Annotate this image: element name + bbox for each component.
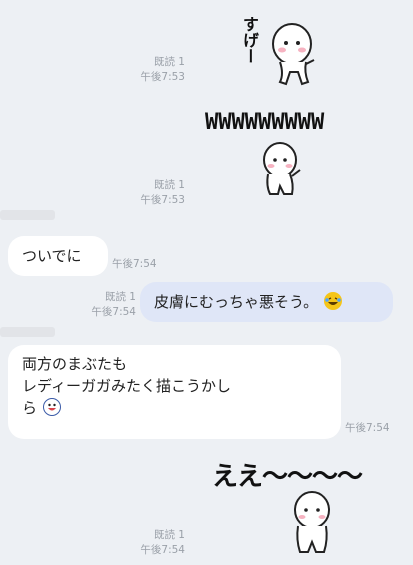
read-receipt: 既読 1 <box>104 291 136 303</box>
sticker[interactable]: すげー <box>240 12 320 92</box>
blob-character-icon <box>294 491 330 553</box>
timestamp: 午後7:53 <box>140 71 185 83</box>
sticker-caption: ええ〜〜〜〜 <box>212 462 363 492</box>
laughing-tears-icon <box>324 292 343 310</box>
read-receipt: 既読 1 <box>153 56 185 68</box>
sender-name <box>0 327 55 337</box>
read-receipt: 既読 1 <box>153 529 185 541</box>
timestamp: 午後7:54 <box>112 258 157 270</box>
message-text: 皮膚にむっちゃ悪そう。 <box>154 293 319 311</box>
blob-character-icon <box>272 23 315 86</box>
timestamp: 午後7:54 <box>140 544 185 556</box>
message-text: ついでに <box>22 247 82 265</box>
message-meta: 午後7:54 <box>112 257 172 272</box>
message-line: 両方のまぶたも <box>22 355 128 373</box>
message-bubble-incoming[interactable]: ついでに <box>8 236 108 276</box>
message-meta: 既読 1 午後7:54 <box>76 290 136 320</box>
read-receipt: 既読 1 <box>153 179 185 191</box>
message-meta: 午後7:54 <box>345 421 405 436</box>
message-meta: 既読 1 午後7:53 <box>125 55 185 85</box>
grinning-face-icon <box>43 398 62 416</box>
message-line: レディーガガみたく描こうかし <box>22 377 231 395</box>
sender-name <box>0 210 55 220</box>
sticker[interactable] <box>252 140 312 200</box>
message-bubble-outgoing[interactable]: 皮膚にむっちゃ悪そう。 <box>140 282 393 322</box>
sticker[interactable] <box>282 490 342 561</box>
message-meta: 既読 1 午後7:53 <box>125 178 185 208</box>
message-line: ら <box>22 399 38 417</box>
timestamp: 午後7:54 <box>345 422 390 434</box>
timestamp: 午後7:53 <box>140 194 185 206</box>
sticker-caption-laugh: WWWWWWWWW <box>205 110 325 135</box>
message-bubble-incoming[interactable]: 両方のまぶたも レディーガガみたく描こうかし ら <box>8 345 341 439</box>
message-meta: 既読 1 午後7:54 <box>125 528 185 558</box>
blob-character-icon <box>263 142 301 195</box>
timestamp: 午後7:54 <box>91 306 136 318</box>
